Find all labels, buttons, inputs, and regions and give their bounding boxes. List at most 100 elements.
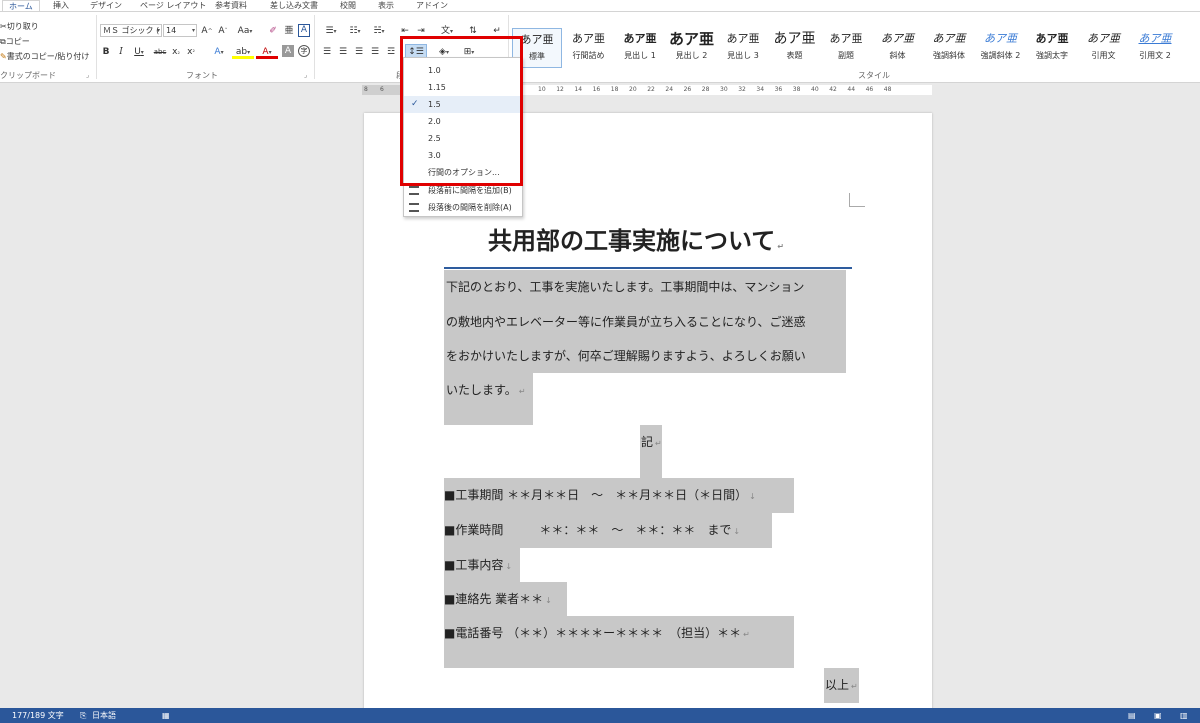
ruler-tick-label: 16: [592, 86, 601, 93]
style-item[interactable]: あア亜 行間詰め: [564, 28, 614, 68]
tab-addins[interactable]: アドイン: [416, 0, 448, 11]
sort-icon[interactable]: ⇅: [466, 24, 480, 38]
superscript-icon[interactable]: x²: [185, 45, 197, 59]
format-painter-button[interactable]: ✎書式のコピー/貼り付け: [0, 51, 89, 62]
asian-layout-icon[interactable]: 文▾: [436, 24, 458, 38]
list-item[interactable]: ■工事内容 ↓: [444, 556, 512, 576]
clipboard-launcher-icon[interactable]: ⌟: [86, 68, 89, 82]
tab-review[interactable]: 校閲: [340, 0, 356, 11]
line-spacing-button[interactable]: ↕☰: [405, 44, 427, 58]
font-launcher-icon[interactable]: ⌟: [304, 68, 307, 82]
change-case-icon[interactable]: Aa▾: [234, 24, 256, 38]
paragraph-mark-icon: ↵: [777, 242, 784, 251]
line-spacing-options-link[interactable]: 行間のオプション...: [404, 164, 522, 181]
print-layout-icon[interactable]: ▣: [1154, 708, 1162, 723]
bold-icon[interactable]: B: [100, 45, 112, 59]
phonetic-guide-icon[interactable]: 亜: [282, 24, 296, 38]
subscript-icon[interactable]: x₂: [170, 45, 182, 59]
font-name-combo[interactable]: ＭＳ ゴシック (▾: [100, 24, 162, 37]
language-indicator[interactable]: 日本語: [92, 708, 116, 723]
document-title[interactable]: 共用部の工事実施について ↵: [488, 221, 784, 256]
style-item[interactable]: あア亜 斜体: [873, 28, 923, 68]
character-border-icon[interactable]: A: [298, 24, 310, 37]
style-item[interactable]: あア亜 見出し 1: [615, 28, 665, 68]
body-line[interactable]: 下記のとおり、工事を実施いたします。工事期間中は、マンション: [446, 278, 804, 296]
closing-text[interactable]: 以上 ↵: [825, 676, 858, 696]
style-item[interactable]: あア亜 引用文: [1079, 28, 1129, 68]
ruler-tick-label: 48: [883, 86, 892, 93]
text-effects-icon[interactable]: A▾: [208, 45, 230, 59]
line-spacing-option-1-5[interactable]: ✓ 1.5: [404, 96, 522, 113]
enclosed-character-icon[interactable]: 字: [298, 45, 310, 57]
word-count[interactable]: 177/189 文字: [12, 708, 64, 723]
tab-view[interactable]: 表示: [378, 0, 394, 11]
style-item[interactable]: あア亜 強調斜体 2: [976, 28, 1026, 68]
grow-font-icon[interactable]: A^: [200, 24, 214, 38]
align-center-icon[interactable]: ☰: [336, 45, 350, 59]
line-spacing-option-1-15[interactable]: 1.15: [404, 79, 522, 96]
character-shading-icon[interactable]: A: [282, 45, 294, 57]
remove-space-after-item[interactable]: 段落後の間隔を削除(A): [404, 199, 522, 216]
justify-icon[interactable]: ☰: [368, 45, 382, 59]
italic-icon[interactable]: I: [115, 45, 127, 59]
copy-button[interactable]: ⧉コピー: [0, 36, 30, 47]
list-item[interactable]: ■工事期間 ＊＊月＊＊日 ～ ＊＊月＊＊日（＊日間） ↓: [444, 486, 756, 506]
read-mode-icon[interactable]: ▤: [1128, 708, 1136, 723]
proofing-icon[interactable]: ⎘: [80, 708, 86, 723]
body-line[interactable]: いたします。 ↵: [446, 381, 526, 401]
add-space-before-item[interactable]: 段落前に間隔を追加(B): [404, 182, 522, 199]
underline-icon[interactable]: U▾: [130, 45, 148, 59]
line-spacing-option-3-0[interactable]: 3.0: [404, 147, 522, 164]
style-preview: あア亜: [984, 32, 1017, 45]
show-marks-icon[interactable]: ↵: [490, 24, 504, 38]
multilevel-list-icon[interactable]: ☵▾: [368, 24, 390, 38]
ki-heading[interactable]: 記 ↵: [641, 433, 662, 453]
decrease-indent-icon[interactable]: ⇤: [398, 24, 412, 38]
list-item[interactable]: ■連絡先 業者＊＊ ↓: [444, 590, 552, 610]
line-spacing-option-2-5[interactable]: 2.5: [404, 130, 522, 147]
style-item[interactable]: あア亜 強調太字: [1027, 28, 1077, 68]
font-color-icon[interactable]: A▾: [256, 45, 278, 59]
style-item[interactable]: あア亜 見出し 2: [667, 28, 717, 68]
font-size-combo[interactable]: 14 ▾: [163, 24, 197, 37]
style-preview: あア亜: [1035, 32, 1069, 45]
highlight-color-icon[interactable]: ab▾: [232, 45, 254, 59]
align-left-icon[interactable]: ☰: [320, 45, 334, 59]
style-name: 副題: [838, 51, 854, 60]
shrink-font-icon[interactable]: Aˇ: [216, 24, 230, 38]
cut-button[interactable]: ✂切り取り: [0, 21, 39, 32]
style-item[interactable]: あア亜 引用文 2: [1130, 28, 1180, 68]
list-item[interactable]: ■電話番号 （＊＊）＊＊＊＊ー＊＊＊＊ （担当）＊＊ ↵: [444, 624, 750, 644]
ruler-tick-label: 44: [847, 86, 856, 93]
line-spacing-option-2-0[interactable]: 2.0: [404, 113, 522, 130]
numbering-icon[interactable]: ☷▾: [344, 24, 366, 38]
styles-group-label: スタイル: [858, 71, 890, 80]
strikethrough-icon[interactable]: abc: [153, 45, 167, 59]
bullets-icon[interactable]: ☰▾: [320, 24, 342, 38]
group-divider: [96, 15, 97, 79]
tab-mailings[interactable]: 差し込み文書: [270, 0, 318, 11]
tab-insert[interactable]: 挿入: [53, 0, 69, 11]
tab-page-layout[interactable]: ページ レイアウト: [140, 0, 206, 11]
web-layout-icon[interactable]: ▥: [1180, 708, 1188, 723]
macro-recording-icon[interactable]: ▦: [162, 708, 170, 723]
ruler-tick-label: 36: [774, 86, 783, 93]
group-divider: [314, 15, 315, 79]
body-line[interactable]: をおかけいたしますが、何卒ご理解賜りますよう、よろしくお願い: [446, 347, 806, 365]
style-item[interactable]: あア亜 副題: [821, 28, 871, 68]
tab-references[interactable]: 参考資料: [215, 0, 247, 11]
clear-formatting-icon[interactable]: ✐: [266, 24, 280, 38]
increase-indent-icon[interactable]: ⇥: [414, 24, 428, 38]
style-item[interactable]: あア亜 見出し 3: [718, 28, 768, 68]
line-spacing-option-1-0[interactable]: 1.0: [404, 62, 522, 79]
style-item[interactable]: あア亜 表題: [770, 28, 820, 68]
style-name: 見出し 2: [675, 51, 708, 60]
ruler-tick-label: 46: [865, 86, 874, 93]
body-line[interactable]: の敷地内やエレベーター等に作業員が立ち入ることになり、ご迷惑: [446, 313, 806, 331]
tab-design[interactable]: デザイン: [90, 0, 122, 11]
tab-home[interactable]: ホーム: [2, 0, 40, 11]
style-item[interactable]: あア亜 強調斜体: [924, 28, 974, 68]
list-item[interactable]: ■作業時間 ＊＊：＊＊ ～ ＊＊：＊＊ まで ↓: [444, 521, 740, 541]
align-right-icon[interactable]: ☰: [352, 45, 366, 59]
distributed-icon[interactable]: ☲: [384, 45, 398, 59]
